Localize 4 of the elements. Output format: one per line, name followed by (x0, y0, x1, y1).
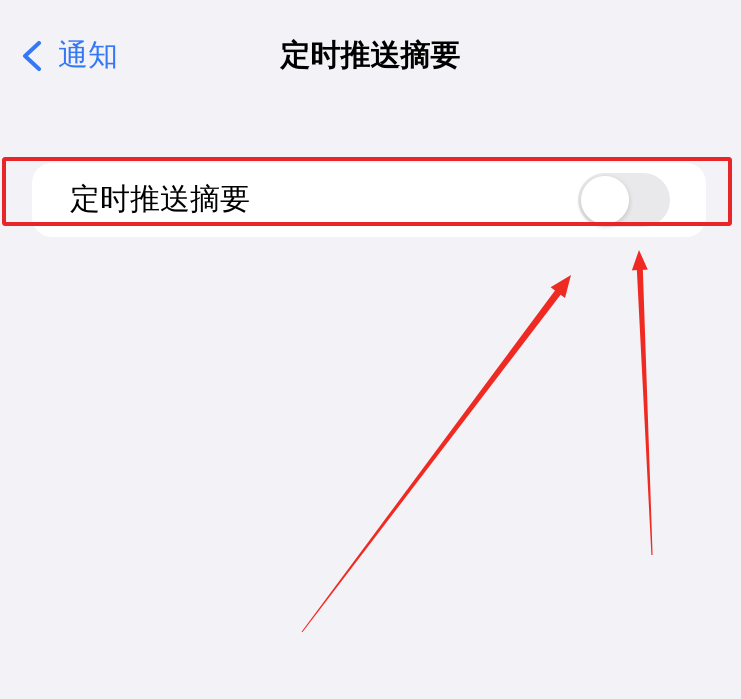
back-button[interactable]: 通知 (22, 36, 118, 76)
page-title: 定时推送摘要 (280, 38, 460, 74)
chevron-left-icon (22, 40, 42, 72)
setting-label: 定时推送摘要 (70, 182, 250, 218)
